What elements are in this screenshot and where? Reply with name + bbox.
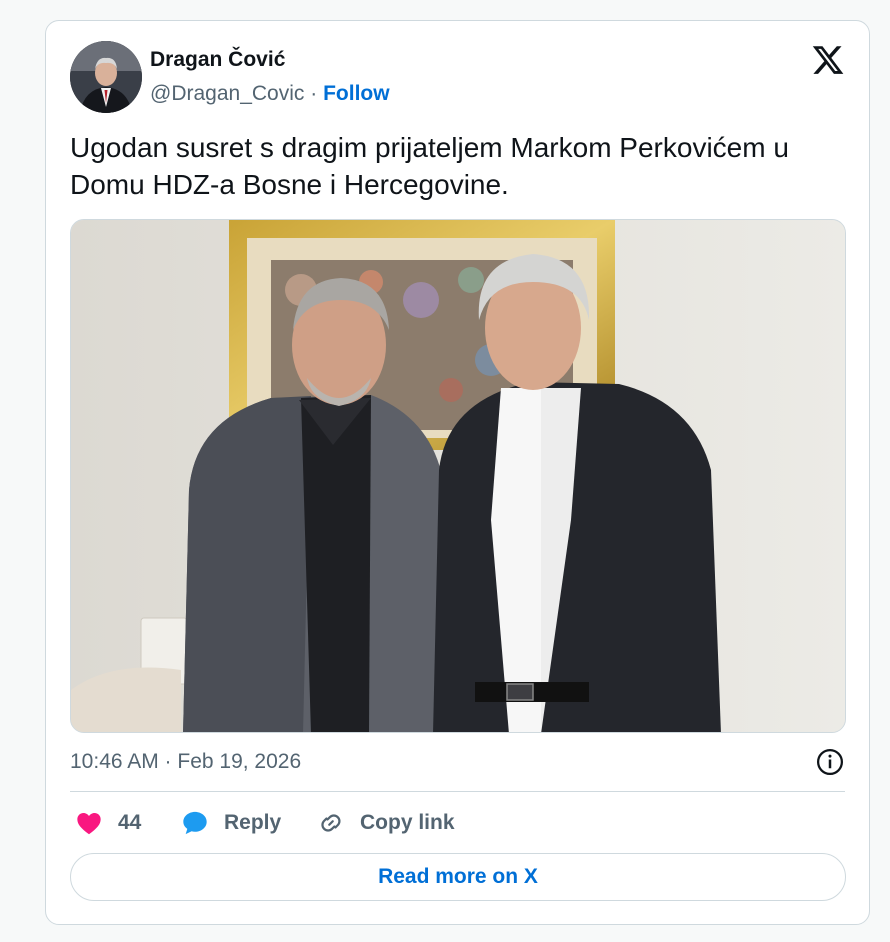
tweet-timestamp[interactable]: 10:46 AM · Feb 19, 2026 xyxy=(70,749,301,775)
tweet-header: Dragan Čović @Dragan_Covic · Follow xyxy=(70,39,845,113)
author-info: Dragan Čović @Dragan_Covic · Follow xyxy=(150,47,390,107)
tweet-card: Dragan Čović @Dragan_Covic · Follow Ugod… xyxy=(45,20,870,925)
tweet-actions: 44 Reply Copy link xyxy=(70,805,850,841)
author-handle[interactable]: @Dragan_Covic xyxy=(150,82,304,105)
like-count: 44 xyxy=(118,811,142,834)
author-display-name[interactable]: Dragan Čović xyxy=(150,47,390,73)
like-button[interactable]: 44 xyxy=(74,805,141,841)
info-icon[interactable] xyxy=(815,747,845,777)
copy-link-button[interactable]: Copy link xyxy=(316,805,455,841)
link-icon xyxy=(316,808,346,838)
reply-button[interactable]: Reply xyxy=(180,805,281,841)
handle-separator: · xyxy=(310,82,318,105)
copy-link-label: Copy link xyxy=(360,811,455,834)
follow-button[interactable]: Follow xyxy=(323,82,390,105)
read-more-button[interactable]: Read more on X xyxy=(70,853,846,901)
speech-bubble-icon xyxy=(180,808,210,838)
divider xyxy=(70,791,845,792)
tweet-text: Ugodan susret s dragim prijateljem Marko… xyxy=(70,132,789,200)
x-logo-icon[interactable] xyxy=(811,43,845,77)
author-handle-row: @Dragan_Covic · Follow xyxy=(150,81,390,107)
heart-icon xyxy=(74,808,104,838)
author-avatar[interactable] xyxy=(70,41,142,113)
reply-label: Reply xyxy=(224,811,282,834)
tweet-photo[interactable] xyxy=(70,219,846,733)
